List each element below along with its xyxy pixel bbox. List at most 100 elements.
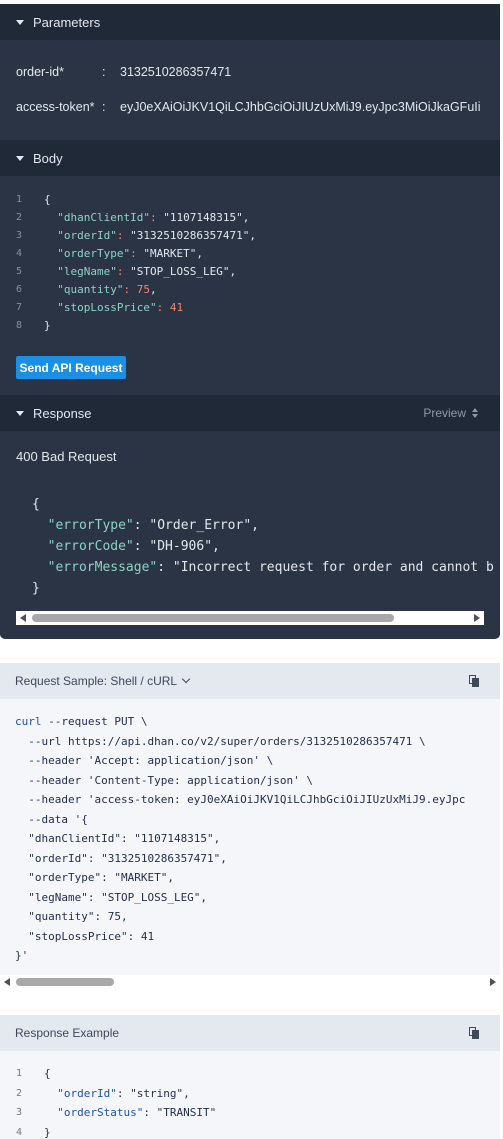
code-token: "orderId" [44, 1086, 117, 1100]
code-line: 2 "orderId": "string", [0, 1084, 216, 1104]
code-token: "TRANSIT" [156, 1106, 217, 1119]
code-token: : [130, 247, 144, 260]
code-token: , [212, 539, 220, 554]
response-status: 400 Bad Request [16, 449, 117, 464]
response-section-header[interactable]: Response Preview [0, 395, 500, 431]
body-json-editor[interactable]: 1{2 "dhanClientId": "1107148315", 3 "orde… [0, 191, 256, 335]
code-line: 1{ [0, 191, 256, 209]
code-line: "dhanClientId": "1107148315", [15, 829, 465, 849]
order-id-input[interactable]: 3132510286357471 [120, 65, 480, 79]
scrollbar-thumb[interactable] [32, 614, 394, 622]
code-line: "legName": "STOP_LOSS_LEG", [15, 888, 465, 908]
scroll-right-arrow-icon[interactable] [490, 978, 496, 986]
sort-icon [472, 408, 480, 418]
code-line: 4 "orderType": "MARKET", [0, 245, 256, 263]
request-sample-title[interactable]: Request Sample: Shell / cURL [15, 674, 177, 688]
line-number: 5 [16, 266, 23, 277]
copy-icon[interactable] [469, 1027, 480, 1039]
code-line: --header 'Accept: application/json' \ [15, 751, 465, 771]
code-line: 5 "legName": "STOP_LOSS_LEG", [0, 263, 256, 281]
code-token: "MARKET" [143, 247, 197, 260]
copy-icon[interactable] [469, 675, 480, 687]
code-line: "orderId": "3132510286357471", [15, 849, 465, 869]
code-line: } [32, 578, 494, 599]
code-token: "orderStatus" [44, 1106, 144, 1119]
line-number: 1 [16, 194, 23, 205]
scroll-left-arrow-icon[interactable] [20, 614, 26, 622]
parameters-section-header[interactable]: Parameters [0, 4, 500, 40]
line-number: 3 [16, 230, 23, 241]
line-number: 2 [16, 212, 23, 223]
response-horizontal-scrollbar[interactable] [16, 611, 484, 625]
code-token: { [32, 497, 40, 512]
preview-label: Preview [423, 406, 466, 420]
code-line: }' [15, 946, 465, 966]
code-token: : [156, 301, 170, 314]
response-example-title: Response Example [15, 1026, 120, 1040]
code-line: --url https://api.dhan.co/v2/super/order… [15, 732, 465, 752]
api-try-it-panel: Parameters order-id* : 3132510286357471 … [0, 4, 500, 639]
param-row-access-token: access-token* : eyJ0eXAiOiJKV1QiLCJhbGci… [16, 97, 496, 117]
code-token: "orderId": "3132510286357471", [15, 851, 227, 865]
param-name: access-token* [16, 100, 95, 114]
code-token: 41 [169, 301, 184, 314]
code-line: "errorMessage": "Incorrect request for o… [32, 557, 494, 578]
caret-down-icon [16, 19, 24, 25]
code-token: }' [15, 949, 29, 962]
body-section-header[interactable]: Body [0, 140, 500, 176]
chevron-down-icon[interactable] [181, 674, 191, 684]
response-example-header: Response Example [0, 1015, 500, 1051]
send-api-request-button[interactable]: Send API Request [16, 356, 126, 379]
code-token: --header 'access-token: eyJ0eXAiOiJKV1Qi… [15, 793, 466, 806]
code-token: "errorMessage" [32, 560, 158, 575]
line-number: 7 [16, 302, 23, 313]
code-line: 3 "orderStatus": "TRANSIT" [0, 1103, 216, 1123]
code-line: curl --request PUT \ [15, 712, 465, 732]
code-token: : [157, 560, 173, 575]
code-token: --header 'Accept: application/json' \ [15, 754, 274, 767]
code-line: 6 "quantity": 75, [0, 281, 256, 299]
param-colon: : [102, 65, 106, 79]
scroll-left-arrow-icon[interactable] [4, 978, 10, 986]
code-token: "errorCode" [32, 539, 134, 554]
code-token: --header 'Content-Type: application/json… [15, 773, 314, 787]
code-token: : [123, 283, 137, 296]
code-line: "stopLossPrice": 41 [15, 927, 465, 947]
line-number: 8 [16, 320, 23, 331]
request-sample-header: Request Sample: Shell / cURL [0, 663, 500, 699]
code-token: "stopLossPrice": 41 [15, 929, 155, 943]
code-token: , [229, 265, 237, 278]
preview-toggle[interactable]: Preview [423, 395, 480, 431]
code-token: : [116, 265, 131, 278]
response-json: { "errorType": "Order_Error", "errorCode… [32, 494, 494, 599]
param-row-order-id: order-id* : 3132510286357471 [16, 62, 496, 82]
code-line: 3 "orderId": "3132510286357471", [0, 227, 256, 245]
code-line: 7 "stopLossPrice": 41 [0, 299, 256, 317]
code-line: --data '{ [15, 810, 465, 830]
parameters-title: Parameters [33, 14, 101, 30]
request-sample-scrollbar[interactable] [0, 975, 500, 989]
code-line: "errorType": "Order_Error", [32, 515, 494, 536]
body-title: Body [33, 150, 63, 166]
code-token: "3132510286357471" [130, 229, 250, 242]
code-token: --url https://api.dhan.co/v2/super/order… [15, 734, 426, 748]
code-line: 8} [0, 317, 256, 335]
code-token: , [249, 229, 256, 242]
code-token: , [196, 247, 203, 260]
code-token: "Incorrect request for order and cannot … [172, 560, 494, 575]
code-token: "orderId" [44, 229, 117, 242]
code-token: : [116, 229, 131, 242]
code-line: 4} [0, 1123, 216, 1139]
code-token: "legName": "STOP_LOSS_LEG", [15, 890, 208, 904]
line-number: 4 [16, 1126, 23, 1138]
code-line: 2 "dhanClientId": "1107148315", [0, 209, 256, 227]
access-token-input[interactable]: eyJ0eXAiOiJKV1QiLCJhbGciOiJIUzUxMiJ9.eyJ… [120, 100, 480, 114]
code-token: "Order_Error" [149, 518, 252, 533]
code-line: "errorCode": "DH-906", [32, 536, 494, 557]
code-token: { [44, 1067, 51, 1080]
code-token: , [149, 283, 157, 296]
code-token: , [251, 518, 259, 533]
scroll-right-arrow-icon[interactable] [474, 614, 480, 622]
code-token: "DH-906" [149, 539, 213, 554]
scrollbar-thumb[interactable] [16, 978, 114, 986]
